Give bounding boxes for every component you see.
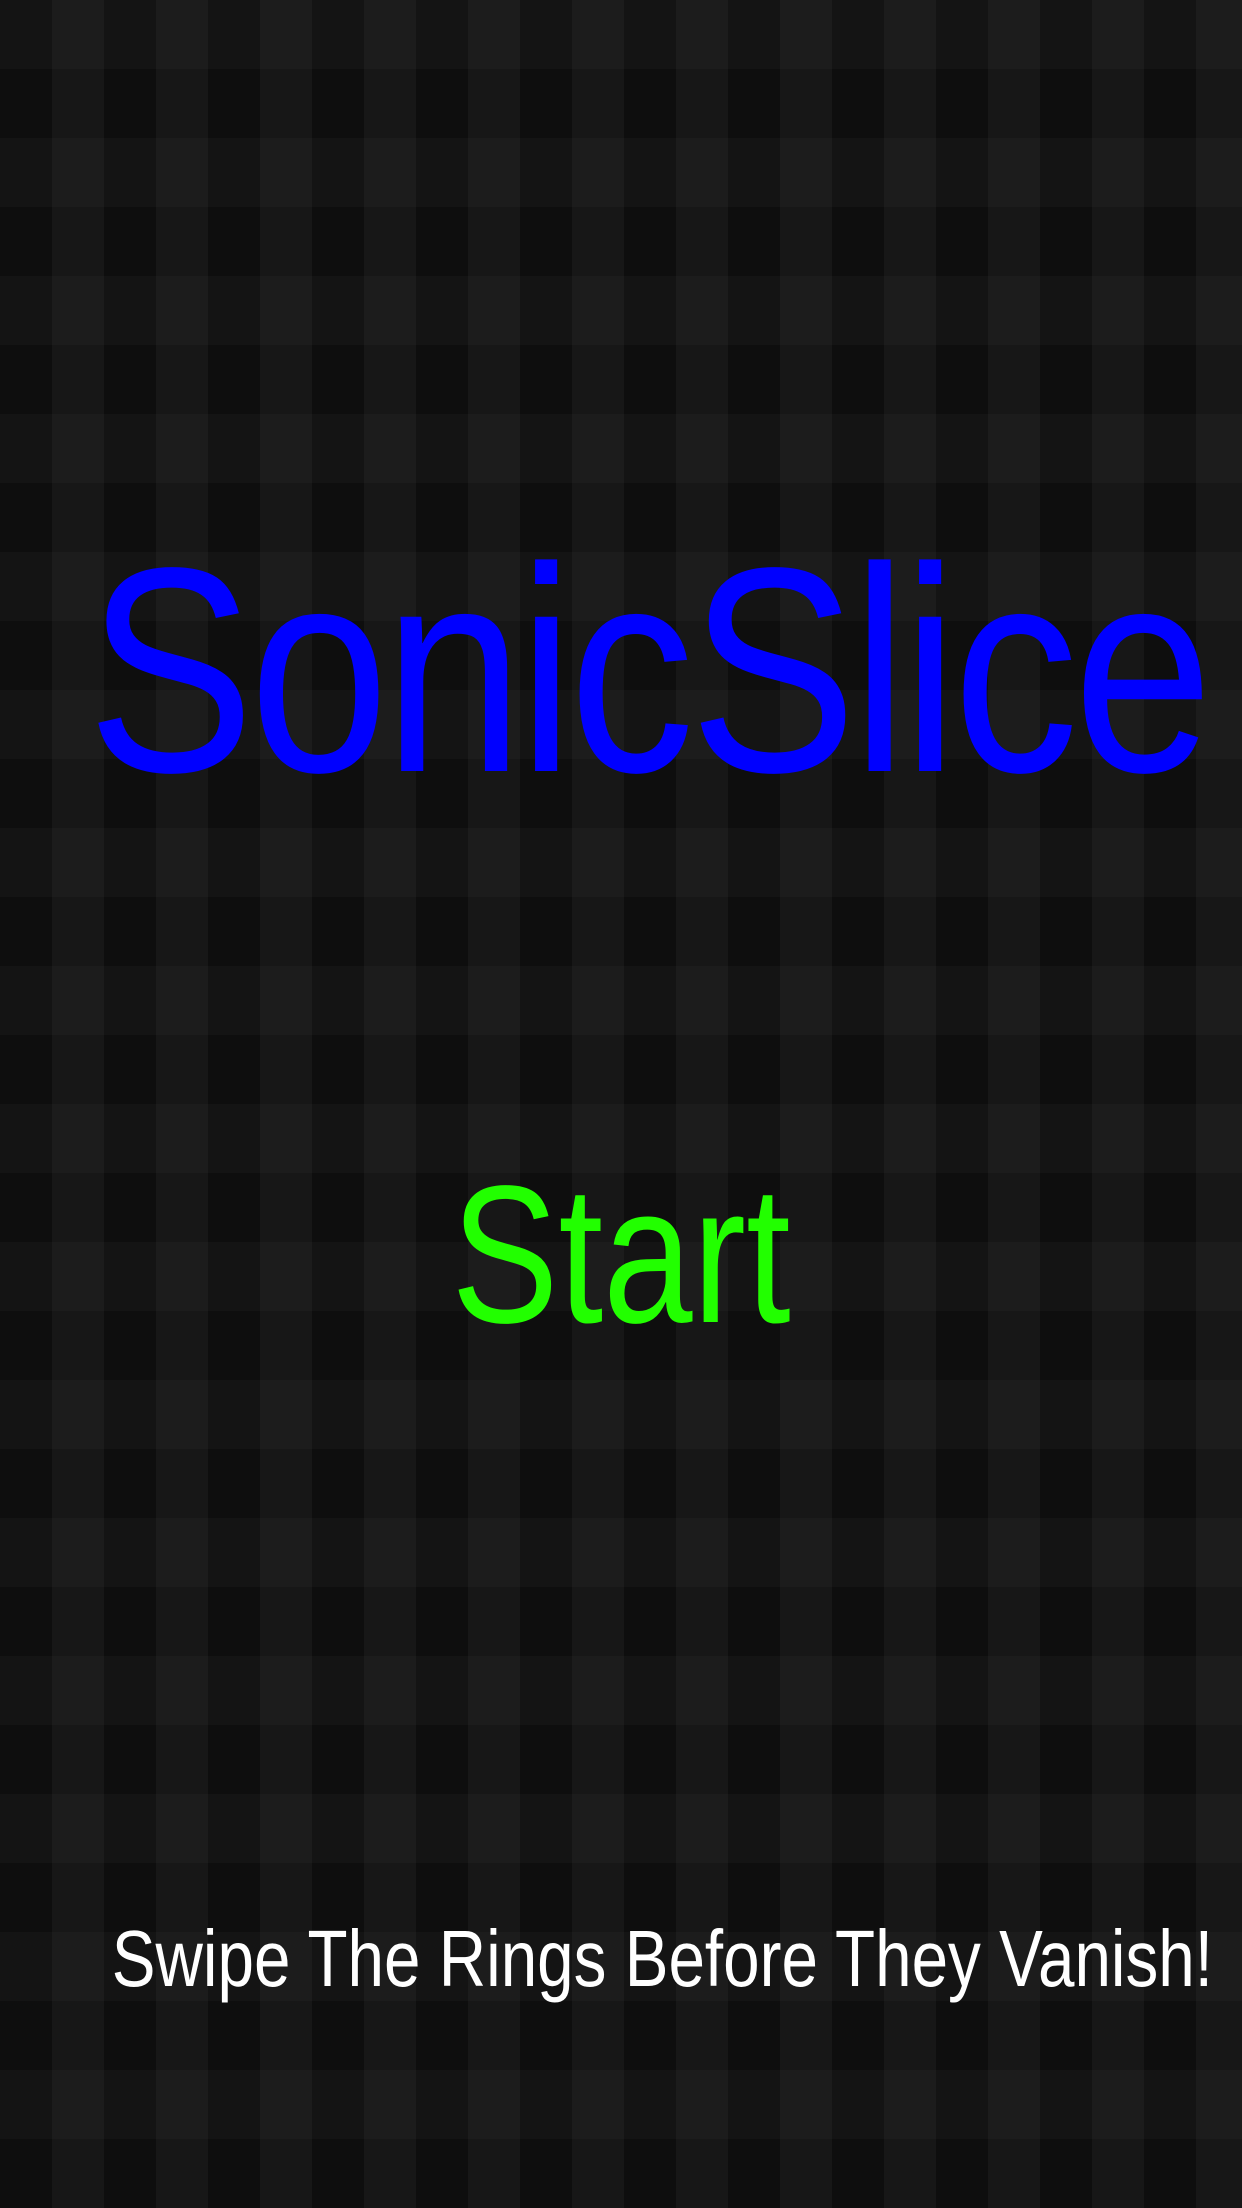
game-title: SonicSlice	[86, 507, 1213, 833]
game-menu-screen: SonicSlice Start Swipe The Rings Before …	[0, 0, 1242, 2208]
tagline-text: Swipe The Rings Before They Vanish!	[111, 1914, 1214, 2003]
start-button[interactable]: Start	[421, 1145, 821, 1364]
start-label: Start	[451, 1145, 791, 1364]
